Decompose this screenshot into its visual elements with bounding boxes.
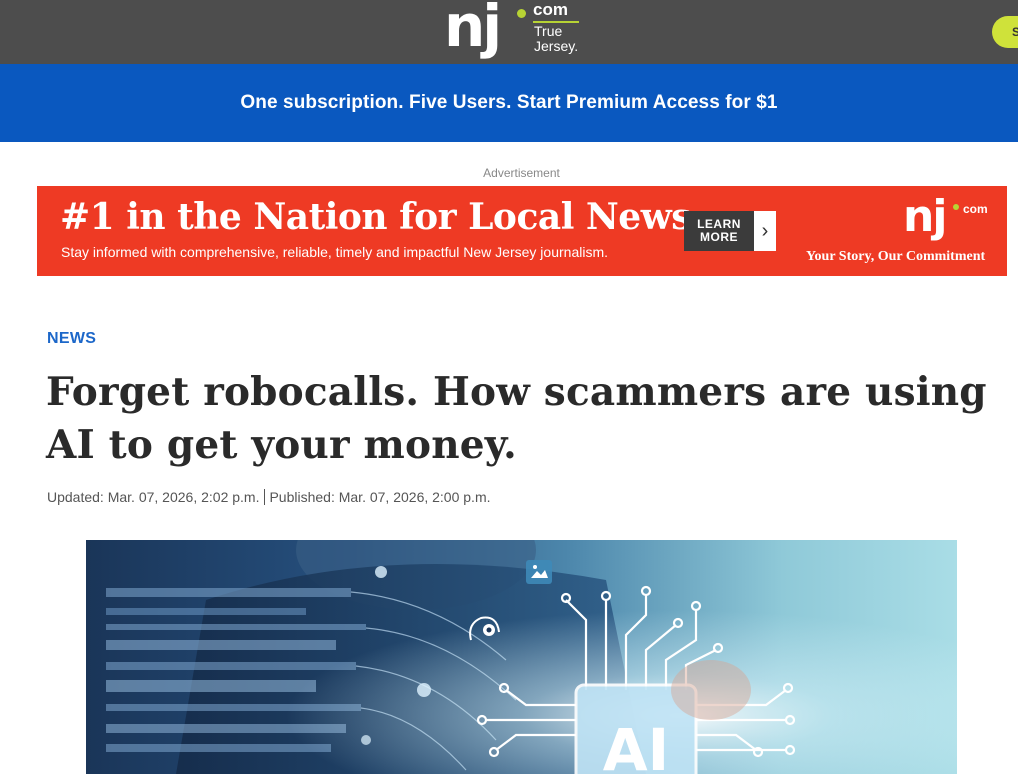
ad-logo: nj com [903,192,1003,248]
logo-wordmark: nj [444,0,502,60]
article-dates: Updated: Mar. 07, 2026, 2:02 p.m. Publish… [47,489,491,505]
ad-logo-dot [953,204,959,210]
sign-in-button[interactable]: S [992,16,1018,48]
learn-more-button[interactable]: LEARN MORE › [684,211,776,251]
ai-chip-label: AI [603,716,669,774]
advertisement-label: Advertisement [483,166,560,180]
learn-more-label: LEARN MORE [684,211,754,251]
ad-logo-wordmark: nj [903,191,947,242]
hero-image[interactable]: AI [86,540,957,774]
updated-date: Updated: Mar. 07, 2026, 2:02 p.m. [47,489,260,505]
site-logo[interactable]: nj com True Jersey. [444,0,584,64]
ad-subtext: Stay informed with comprehensive, reliab… [61,244,608,260]
site-header: nj com True Jersey. S [0,0,1018,64]
subscription-banner[interactable]: One subscription. Five Users. Start Prem… [0,64,1018,142]
logo-com: com [533,0,568,19]
ad-headline: #1 in the Nation for Local News [60,196,691,238]
ad-logo-com: com [963,202,988,216]
image-icon [526,560,552,584]
subscription-banner-text: One subscription. Five Users. Start Prem… [240,92,778,113]
logo-dot [517,9,526,18]
advertisement-banner[interactable]: #1 in the Nation for Local News Stay inf… [37,186,1007,276]
date-divider [264,489,266,505]
chevron-right-icon: › [754,211,776,251]
logo-tagline: True Jersey. [534,23,579,54]
published-date: Published: Mar. 07, 2026, 2:00 p.m. [269,489,491,505]
hero-illustration: AI [86,540,957,774]
ad-tagline: Your Story, Our Commitment [806,249,986,264]
article-headline: Forget robocalls. How scammers are using… [46,369,987,468]
section-label[interactable]: NEWS [47,330,96,348]
